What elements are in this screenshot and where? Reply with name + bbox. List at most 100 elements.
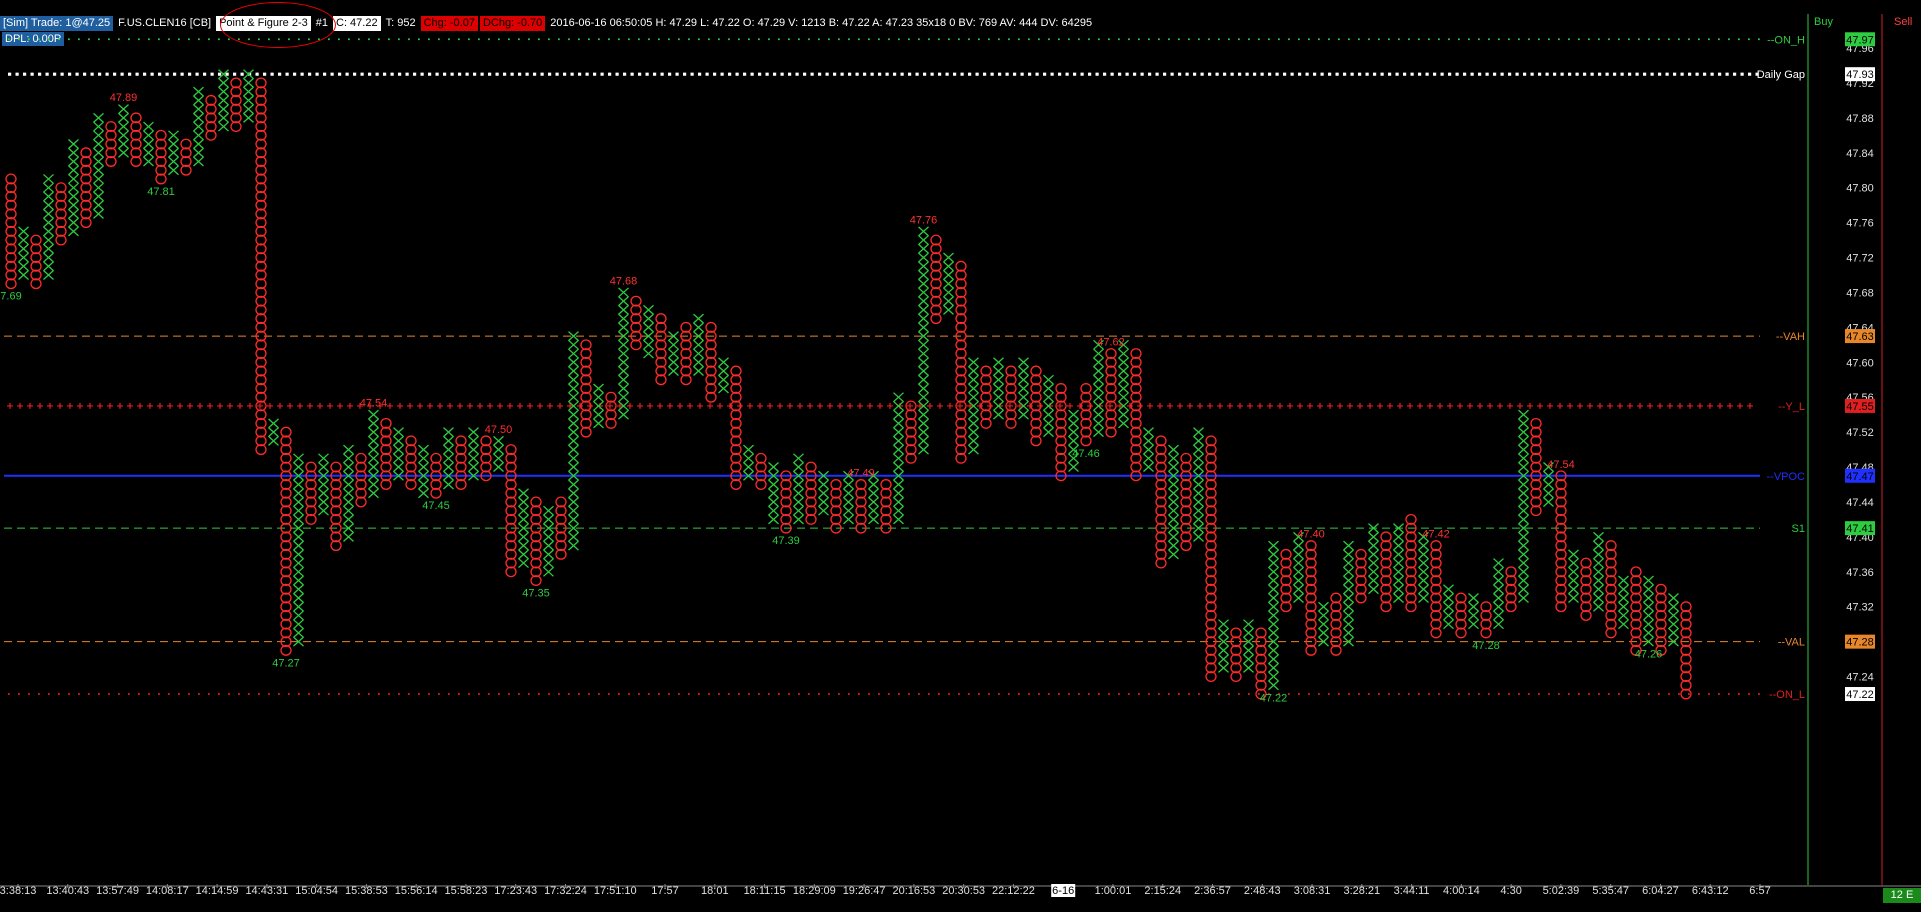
x-box <box>1068 409 1079 420</box>
x-box <box>968 444 979 455</box>
x-box <box>1493 575 1504 586</box>
x-box <box>618 313 629 324</box>
x-box <box>943 278 954 289</box>
level-vpoc-label: --VPOC <box>1767 471 1806 483</box>
x-box <box>343 496 354 507</box>
x-box <box>918 374 929 385</box>
o-column <box>230 77 242 133</box>
x-box <box>1293 558 1304 569</box>
x-box <box>368 427 379 438</box>
x-box <box>368 409 379 420</box>
x-box <box>618 409 629 420</box>
x-box <box>43 226 54 237</box>
x-box <box>1168 444 1179 455</box>
x-box <box>1493 593 1504 603</box>
x-box <box>18 269 29 280</box>
y-tick-label: 47.80 <box>1846 183 1874 195</box>
x-box <box>1518 435 1529 446</box>
o-column <box>30 234 42 290</box>
x-box <box>1668 627 1679 638</box>
o-column <box>1405 513 1417 613</box>
o-column <box>980 365 992 429</box>
price-annotation: 47.62 <box>1097 337 1125 349</box>
x-box <box>1268 645 1279 656</box>
y-tick-label: 47.60 <box>1846 357 1874 369</box>
point-figure-chart[interactable]: --ON_H Daily Gap --VAH --Y_L --VPOC S1 --VAL --… <box>0 0 1921 912</box>
x-column <box>1368 523 1379 595</box>
x-box <box>1643 601 1654 612</box>
o-column <box>405 435 417 490</box>
x-tick-label: 15:58:23 <box>445 885 488 897</box>
bottom-corner-badge: 12 E <box>1883 888 1921 903</box>
o-column <box>1005 365 1017 429</box>
o-column <box>205 94 217 141</box>
x-box <box>68 191 79 202</box>
x-box <box>568 348 579 359</box>
x-box <box>718 383 729 394</box>
x-box <box>743 453 754 464</box>
x-box <box>1343 601 1354 612</box>
x-box <box>568 496 579 507</box>
price-annotation: 7.69 <box>0 291 21 303</box>
price-annotation: 47.68 <box>610 275 638 287</box>
o-column <box>1330 592 1342 656</box>
price-annotation: 47.50 <box>485 424 513 436</box>
o-column <box>255 77 267 456</box>
o-column <box>355 452 367 508</box>
x-column <box>193 86 204 167</box>
x-box <box>93 191 104 202</box>
x-box <box>293 584 304 595</box>
x-box <box>543 514 554 525</box>
x-box <box>968 374 979 385</box>
x-box <box>368 418 379 429</box>
x-box <box>568 427 579 438</box>
pf-columns <box>5 69 1692 700</box>
x-box <box>1643 593 1654 603</box>
x-box <box>918 261 929 272</box>
x-box <box>743 444 754 455</box>
x-box <box>943 296 954 307</box>
x-box <box>68 156 79 167</box>
x-box <box>693 339 704 350</box>
o-column <box>905 400 917 464</box>
x-column <box>1268 540 1279 691</box>
x-box <box>1368 540 1379 551</box>
x-column <box>418 444 429 499</box>
x-box <box>1293 593 1304 603</box>
x-box <box>1343 540 1354 551</box>
x-box <box>343 505 354 516</box>
x-box <box>968 366 979 376</box>
x-box <box>318 505 329 516</box>
level-y-l-line <box>7 402 1753 409</box>
x-column <box>793 453 804 525</box>
x-box <box>1493 566 1504 577</box>
x-box <box>618 322 629 333</box>
x-box <box>1268 593 1279 603</box>
x-box <box>1618 575 1629 586</box>
x-box <box>693 357 704 368</box>
level-on-l-label: --ON_L <box>1769 689 1805 701</box>
date-marker-label: 6-16 <box>1052 885 1074 897</box>
x-column <box>1468 593 1479 630</box>
x-box <box>968 427 979 438</box>
x-box <box>1293 575 1304 586</box>
x-box <box>1093 374 1104 385</box>
x-box <box>518 531 529 542</box>
x-box <box>593 392 604 403</box>
x-box <box>1618 584 1629 595</box>
x-column <box>368 409 379 499</box>
x-column <box>993 357 1004 420</box>
x-box <box>1393 584 1404 595</box>
x-column <box>718 357 729 394</box>
price-annotation: 47.28 <box>1472 640 1500 652</box>
o-column <box>505 444 517 578</box>
x-box <box>1168 462 1179 473</box>
o-column <box>1280 548 1292 613</box>
x-box <box>618 339 629 350</box>
x-box <box>393 444 404 455</box>
x-box <box>418 444 429 455</box>
x-box <box>1118 392 1129 403</box>
x-box <box>1318 627 1329 638</box>
x-box <box>1243 645 1254 656</box>
x-box <box>443 435 454 446</box>
